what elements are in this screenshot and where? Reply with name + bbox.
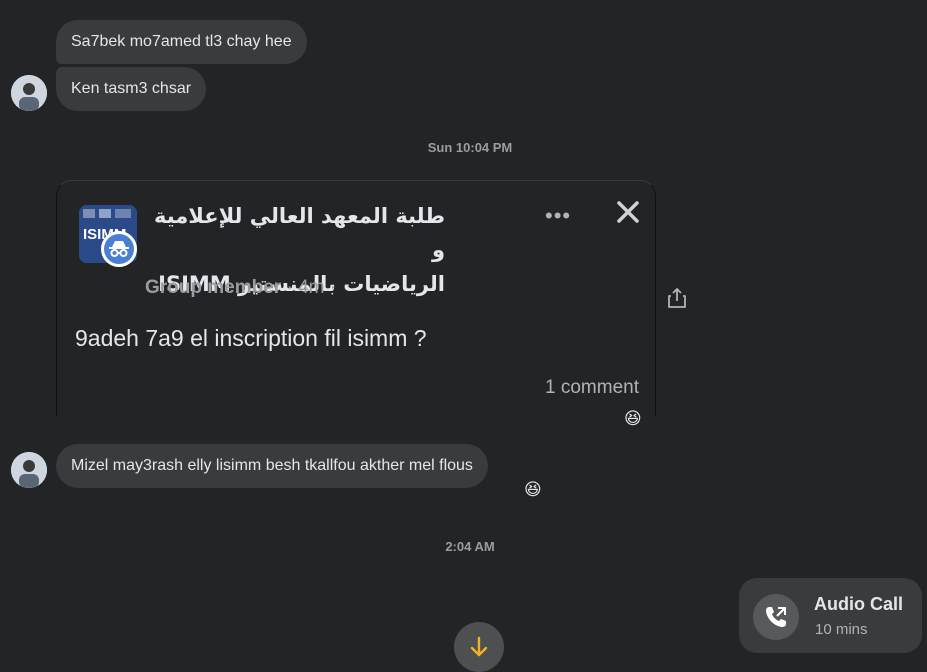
comment-count[interactable]: 1 comment <box>545 377 639 399</box>
outgoing-call-icon <box>753 594 799 640</box>
user-avatar-icon[interactable] <box>11 452 47 488</box>
share-icon[interactable] <box>667 287 687 309</box>
call-title: Audio Call <box>814 594 903 614</box>
time-ago: 4m <box>298 277 325 298</box>
laughing-emoji-icon[interactable]: 😆 <box>624 409 644 429</box>
post-meta: Group member · 4m · <box>145 277 336 299</box>
scroll-to-bottom-button[interactable] <box>454 622 504 672</box>
reaction-emoji: 😆 <box>624 409 642 428</box>
arrow-down-icon <box>469 636 489 663</box>
meta-separator: · <box>329 277 337 298</box>
laughing-emoji-icon[interactable]: 😆 <box>524 480 544 500</box>
user-avatar-icon[interactable] <box>11 75 47 111</box>
call-duration: 10 mins <box>815 621 868 638</box>
timestamp: Sun 10:04 PM <box>427 140 513 155</box>
anonymous-icon <box>101 231 137 267</box>
meta-separator: · <box>286 277 293 298</box>
timestamp: 2:04 AM <box>445 539 495 554</box>
message-bubble[interactable]: Mizel may3rash elly lisimm besh tkallfou… <box>56 444 488 488</box>
close-icon[interactable] <box>613 197 643 227</box>
message-bubble[interactable]: Sa7bek mo7amed tl3 chay hee <box>56 20 307 64</box>
more-options-icon[interactable]: ••• <box>545 203 571 229</box>
post-body: 9adeh 7a9 el inscription fil isimm ? <box>75 325 427 351</box>
shared-post-card[interactable]: ISIMM طلبة المعهد العالي للإعلامية و الر… <box>56 180 656 416</box>
reaction-emoji: 😆 <box>524 480 542 499</box>
group-name-line1: طلبة المعهد العالي للإعلامية و <box>154 204 445 262</box>
author-role: Group member <box>145 277 282 298</box>
audio-call-card[interactable]: Audio Call 10 mins <box>739 578 922 653</box>
message-bubble[interactable]: Ken tasm3 chsar <box>56 67 207 111</box>
